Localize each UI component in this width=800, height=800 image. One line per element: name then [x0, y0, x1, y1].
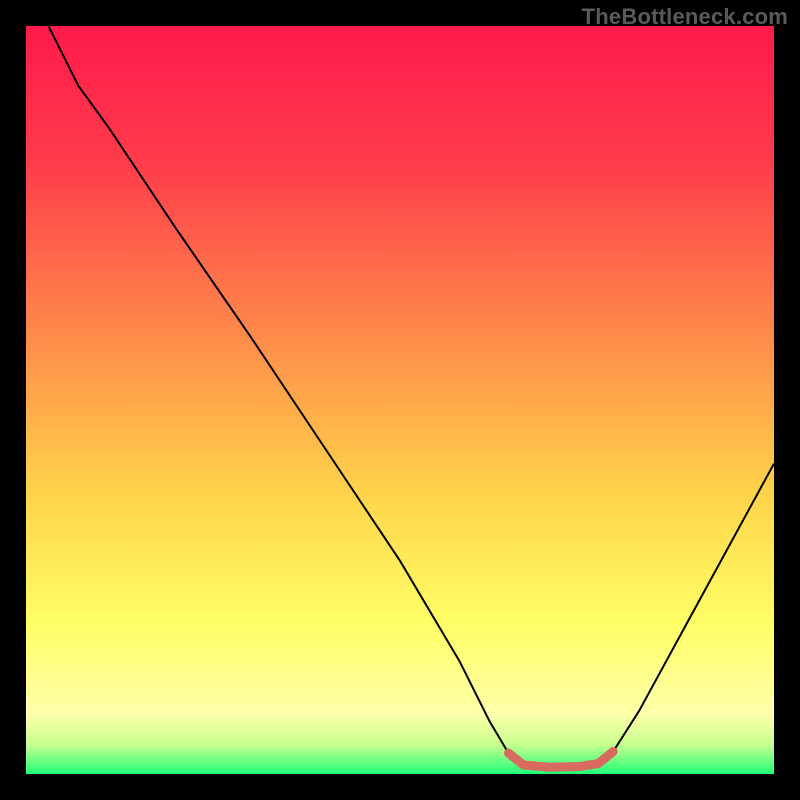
- chart-stage: TheBottleneck.com: [0, 0, 800, 800]
- bottleneck-chart: [0, 0, 800, 800]
- plot-background-gradient: [26, 26, 774, 774]
- attribution-label: TheBottleneck.com: [582, 4, 788, 30]
